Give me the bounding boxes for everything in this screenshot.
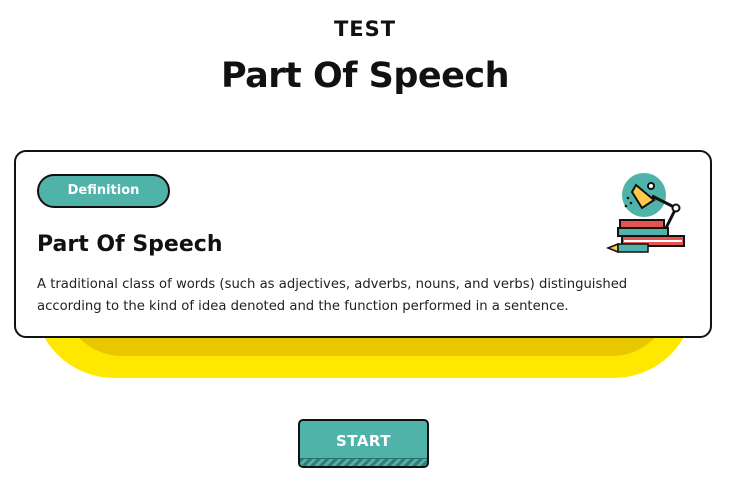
start-button-stripe bbox=[300, 458, 427, 466]
card-heading: Part Of Speech bbox=[37, 232, 223, 257]
page-title-wrap: Part Of Speech bbox=[0, 56, 730, 104]
page-title-part: Part bbox=[220, 56, 313, 96]
page-title: Part Of Speech bbox=[220, 56, 516, 104]
page-eyebrow: TEST bbox=[333, 17, 397, 41]
page-title-highlight: Of Speech bbox=[310, 56, 516, 104]
start-button-label: START bbox=[335, 432, 392, 450]
definition-card: Definition Part Of Speech A traditional … bbox=[14, 150, 712, 338]
definition-badge: Definition bbox=[37, 174, 170, 208]
card-description: A traditional class of words (such as ad… bbox=[37, 277, 628, 314]
start-button[interactable]: START bbox=[298, 419, 429, 468]
desk-lamp-books-icon bbox=[605, 168, 692, 254]
page: TEST Part Of Speech Definition Part Of S… bbox=[0, 0, 730, 487]
